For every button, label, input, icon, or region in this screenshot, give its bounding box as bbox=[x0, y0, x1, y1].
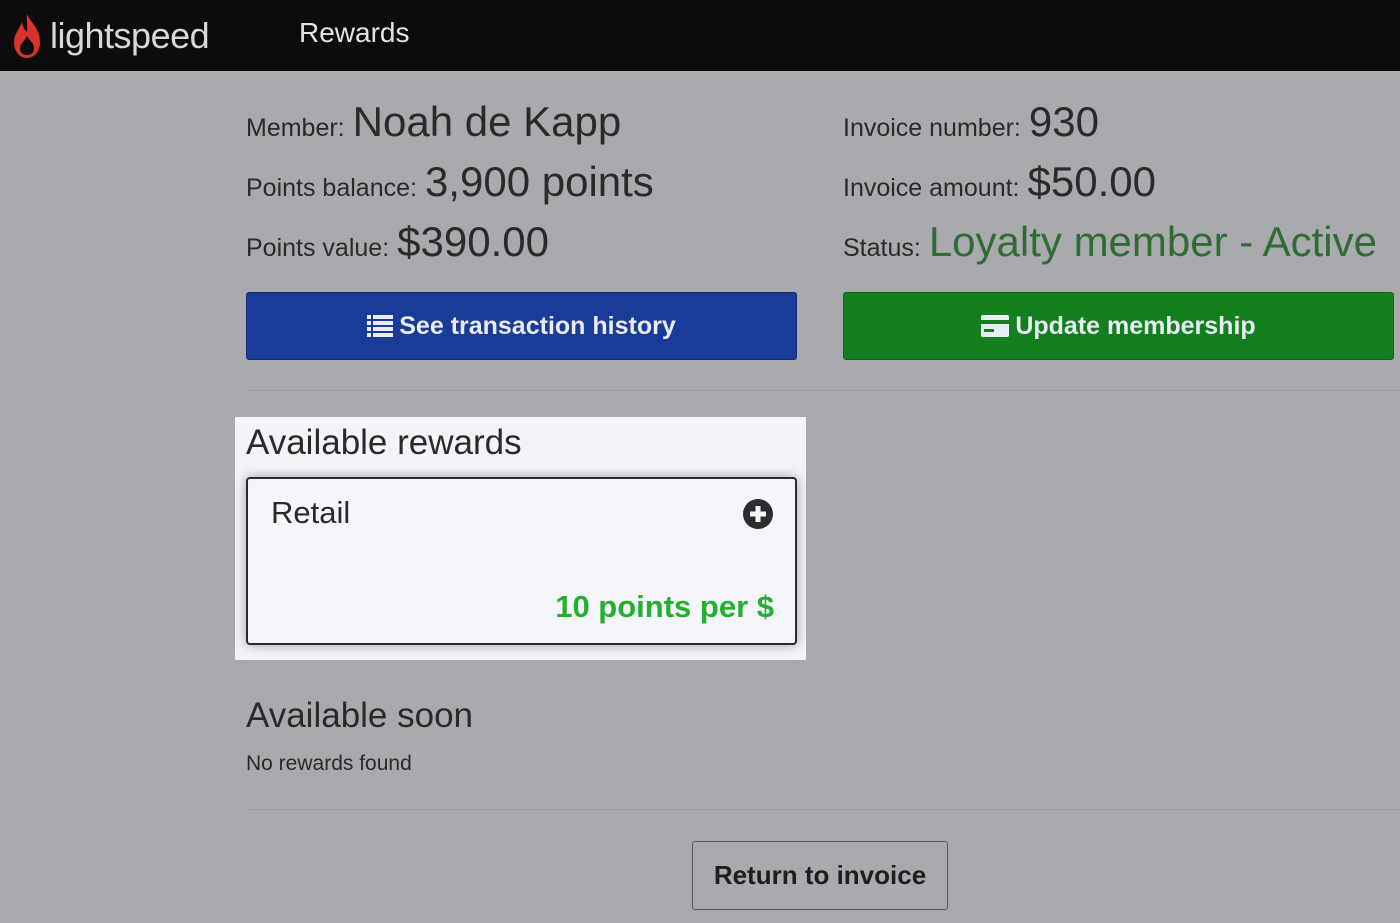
invoice-number-label: Invoice number: bbox=[843, 114, 1021, 142]
status-value: Loyalty member - Active bbox=[928, 218, 1377, 265]
status-label: Status: bbox=[843, 234, 921, 262]
status-row: Status: Loyalty member - Active bbox=[843, 218, 1377, 266]
update-membership-button[interactable]: Update membership bbox=[843, 292, 1394, 360]
reward-rate: 10 points per $ bbox=[555, 589, 774, 624]
reward-card-retail[interactable]: Retail 10 points per $ bbox=[246, 477, 797, 645]
flame-icon bbox=[10, 12, 44, 60]
points-value-label: Points value: bbox=[246, 234, 390, 262]
return-to-invoice-button[interactable]: Return to invoice bbox=[692, 841, 948, 910]
available-rewards-panel: Available rewards Retail 10 points per $ bbox=[235, 417, 806, 660]
member-value: Noah de Kapp bbox=[352, 98, 622, 145]
invoice-amount-label: Invoice amount: bbox=[843, 174, 1020, 202]
plus-circle-icon[interactable] bbox=[742, 498, 774, 530]
credit-card-icon bbox=[981, 315, 1010, 337]
update-membership-label: Update membership bbox=[1015, 311, 1256, 340]
invoice-amount-value: $50.00 bbox=[1027, 158, 1156, 205]
list-icon bbox=[367, 314, 394, 338]
member-row: Member: Noah de Kapp bbox=[246, 98, 621, 146]
no-rewards-text: No rewards found bbox=[246, 752, 412, 775]
divider-bottom bbox=[246, 809, 1400, 810]
invoice-number-row: Invoice number: 930 bbox=[843, 98, 1099, 146]
available-soon-title: Available soon bbox=[246, 696, 474, 735]
nav-rewards[interactable]: Rewards bbox=[299, 17, 409, 49]
points-value-value: $390.00 bbox=[397, 218, 549, 265]
reward-name: Retail bbox=[271, 495, 351, 530]
see-transaction-history-button[interactable]: See transaction history bbox=[246, 292, 797, 360]
brand-name: lightspeed bbox=[50, 15, 210, 56]
divider-top bbox=[246, 390, 1400, 391]
available-rewards-title: Available rewards bbox=[246, 423, 522, 462]
points-balance-value: 3,900 points bbox=[424, 158, 654, 205]
top-bar: lightspeed Rewards bbox=[0, 0, 1400, 71]
points-value-row: Points value: $390.00 bbox=[246, 218, 549, 266]
invoice-number-value: 930 bbox=[1028, 98, 1099, 145]
invoice-amount-row: Invoice amount: $50.00 bbox=[843, 158, 1156, 206]
points-balance-row: Points balance: 3,900 points bbox=[246, 158, 654, 206]
points-balance-label: Points balance: bbox=[246, 174, 417, 202]
brand-logo[interactable]: lightspeed bbox=[10, 12, 210, 60]
member-label: Member: bbox=[246, 114, 345, 142]
see-transaction-history-label: See transaction history bbox=[399, 311, 676, 340]
